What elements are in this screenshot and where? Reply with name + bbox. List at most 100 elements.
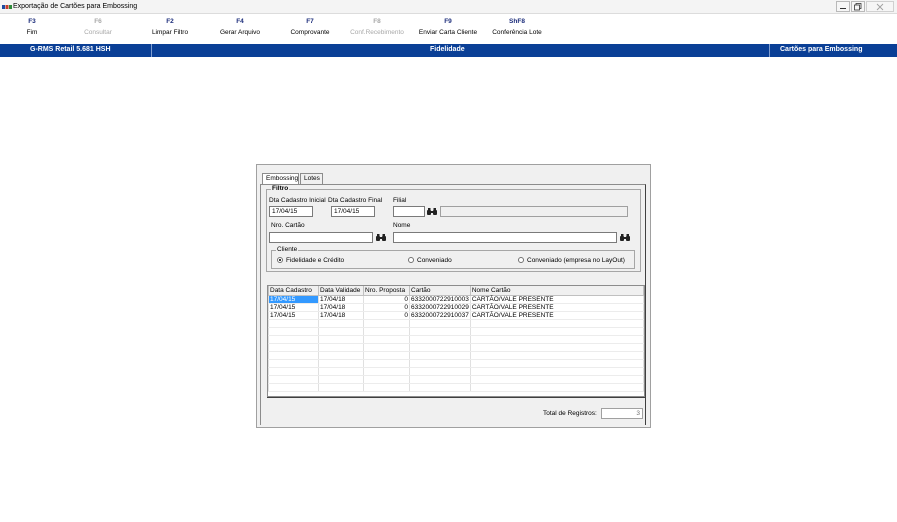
cliente-group: Cliente Fidelidade e Crédito Conveniado …: [271, 246, 635, 269]
cell-data-validade: 17/04/18: [318, 295, 364, 304]
binoculars-icon[interactable]: [375, 232, 387, 243]
empty-row: [268, 367, 644, 376]
empty-row: [268, 359, 644, 368]
empty-row: [268, 319, 644, 328]
radio-unchecked-icon: [408, 257, 414, 263]
radio-label: Conveniado: [417, 257, 452, 264]
cell-data-validade: 17/04/18: [318, 311, 364, 320]
restore-icon: [854, 3, 862, 11]
divider: [151, 44, 152, 57]
radio-unchecked-icon: [518, 257, 524, 263]
toolbar-label: Fim: [26, 29, 38, 36]
toolbar-enviar-carta-button[interactable]: F9 Enviar Carta Cliente: [412, 18, 484, 36]
toolbar-conf-recebimento-button[interactable]: F8 Conf.Recebimento: [344, 18, 410, 36]
column-header-nro-proposta[interactable]: Nro. Proposta: [363, 286, 410, 296]
toolbar-label: Limpar Filtro: [151, 29, 189, 36]
filter-legend: Filtro: [271, 185, 290, 192]
nome-label: Nome: [393, 222, 411, 229]
column-header-data-validade[interactable]: Data Validade: [318, 286, 364, 296]
close-icon: [876, 3, 884, 11]
toolbar-fim-button[interactable]: F3 Fim: [22, 18, 42, 36]
nro-cartao-input[interactable]: [269, 232, 373, 243]
cell-nome-cartao: CARTÃO/VALE PRESENTE: [469, 311, 644, 320]
close-button[interactable]: [866, 1, 894, 12]
dt-inicial-label: Dta Cadastro Inicial: [269, 197, 326, 204]
minimize-icon: [840, 8, 846, 9]
app-icon: [2, 5, 12, 9]
divider: [769, 44, 770, 57]
toolbar-label: Enviar Carta Cliente: [418, 29, 478, 36]
toolbar-key: ShF8: [509, 18, 525, 25]
toolbar-key: F7: [306, 18, 314, 25]
toolbar-label: Comprovante: [290, 29, 330, 36]
filial-input[interactable]: [393, 206, 425, 217]
nome-input[interactable]: [393, 232, 617, 243]
toolbar-limpar-filtro-button[interactable]: F2 Limpar Filtro: [140, 18, 200, 36]
toolbar-key: F4: [236, 18, 244, 25]
radio-fidelidade-credito[interactable]: Fidelidade e Crédito: [277, 257, 344, 264]
cell-nro-proposta: 0: [363, 303, 410, 312]
empty-row: [268, 351, 644, 360]
cell-data-cadastro: 17/04/15: [268, 295, 319, 304]
column-header-cartao[interactable]: Cartão: [409, 286, 471, 296]
filial-description: [440, 206, 628, 217]
restore-button[interactable]: [851, 1, 865, 12]
radio-conveniado[interactable]: Conveniado: [408, 257, 452, 264]
column-header-nome-cartao[interactable]: Nome Cartão: [469, 286, 644, 296]
total-registros-label: Total de Registros:: [543, 410, 597, 417]
grid-header-row: Data Cadastro Data Validade Nro. Propost…: [268, 286, 644, 296]
dt-inicial-input[interactable]: 17/04/15: [269, 206, 313, 217]
results-table: Data Cadastro Data Validade Nro. Propost…: [268, 286, 644, 392]
toolbar-label: Consultar: [84, 29, 112, 36]
dt-final-input[interactable]: 17/04/15: [331, 206, 375, 217]
results-grid[interactable]: Data Cadastro Data Validade Nro. Propost…: [267, 285, 645, 397]
toolbar-conferencia-lote-button[interactable]: ShF8 Conferência Lote: [486, 18, 548, 36]
system-version: G-RMS Retail 5.681 HSH: [30, 46, 111, 53]
binoculars-icon[interactable]: [426, 206, 438, 217]
toolbar-key: F8: [373, 18, 381, 25]
empty-row: [268, 383, 644, 392]
table-row[interactable]: 17/04/15 17/04/18 0 6332000722910029 CAR…: [268, 303, 644, 312]
cell-nome-cartao: CARTÃO/VALE PRESENTE: [469, 303, 644, 312]
radio-checked-icon: [277, 257, 283, 263]
toolbar-key: F9: [444, 18, 452, 25]
module-name: Fidelidade: [430, 46, 465, 53]
column-header-data-cadastro[interactable]: Data Cadastro: [268, 286, 319, 296]
tab-lotes[interactable]: Lotes: [300, 173, 323, 184]
radio-label: Conveniado (empresa no LayOut): [527, 257, 625, 264]
function-toolbar: F3 Fim F6 Consultar F2 Limpar Filtro F4 …: [0, 15, 897, 42]
window-titlebar: Exportação de Cartões para Embossing: [0, 0, 897, 14]
screen-name: Cartões para Embossing: [780, 46, 863, 53]
cell-cartao: 6332000722910029: [409, 303, 471, 312]
nro-cartao-label: Nro. Cartão: [271, 222, 305, 229]
binoculars-icon[interactable]: [619, 232, 631, 243]
cell-cartao: 6332000722910037: [409, 311, 471, 320]
toolbar-key: F3: [28, 18, 36, 25]
radio-conveniado-layout[interactable]: Conveniado (empresa no LayOut): [518, 257, 625, 264]
toolbar-key: F2: [166, 18, 174, 25]
empty-row: [268, 343, 644, 352]
window-title: Exportação de Cartões para Embossing: [13, 3, 138, 10]
toolbar-consultar-button[interactable]: F6 Consultar: [75, 18, 121, 36]
radio-label: Fidelidade e Crédito: [286, 257, 345, 264]
filter-group: Filtro Dta Cadastro Inicial 17/04/15 Dta…: [266, 185, 641, 272]
toolbar-label: Conf.Recebimento: [350, 29, 404, 36]
empty-row: [268, 375, 644, 384]
filial-label: Filial: [393, 197, 407, 204]
empty-row: [268, 327, 644, 336]
cell-data-cadastro: 17/04/15: [268, 303, 319, 312]
module-bar: G-RMS Retail 5.681 HSH Fidelidade Cartõe…: [0, 44, 897, 57]
toolbar-label: Gerar Arquivo: [219, 29, 261, 36]
tab-page-embossing: Filtro Dta Cadastro Inicial 17/04/15 Dta…: [260, 184, 646, 425]
table-row[interactable]: 17/04/15 17/04/18 0 6332000722910003 CAR…: [268, 295, 644, 304]
toolbar-gerar-arquivo-button[interactable]: F4 Gerar Arquivo: [210, 18, 270, 36]
minimize-button[interactable]: [836, 1, 850, 12]
toolbar-comprovante-button[interactable]: F7 Comprovante: [280, 18, 340, 36]
toolbar-key: F6: [94, 18, 102, 25]
cell-data-cadastro: 17/04/15: [268, 311, 319, 320]
empty-row: [268, 335, 644, 344]
grid-bottom-border: [267, 397, 645, 400]
table-row[interactable]: 17/04/15 17/04/18 0 6332000722910037 CAR…: [268, 311, 644, 320]
cell-nro-proposta: 0: [363, 295, 410, 304]
toolbar-label: Conferência Lote: [492, 29, 542, 36]
